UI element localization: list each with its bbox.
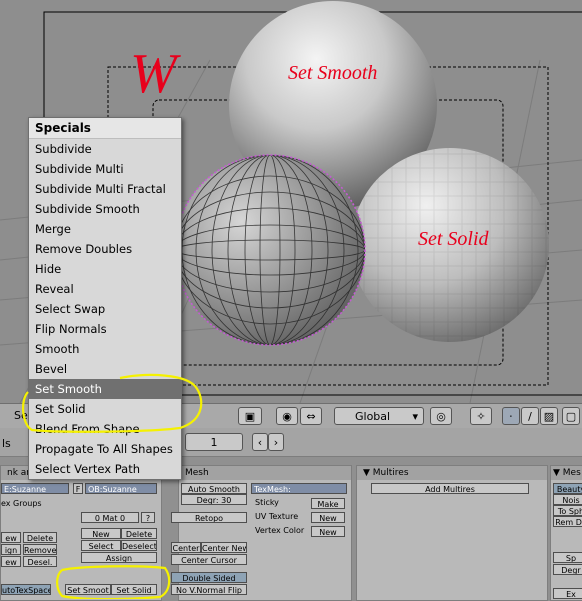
mesh-panel: Mesh Auto Smooth Degr: 30 Retopo Center … — [171, 465, 352, 601]
previous-frame-button[interactable]: ‹ — [252, 433, 268, 451]
vgroup-deselect-button[interactable]: Desel. — [23, 556, 57, 567]
orientation-select[interactable]: Global ▾ — [334, 407, 424, 425]
center-cursor-button[interactable]: Center Cursor — [171, 554, 247, 565]
pivot-button[interactable]: ◉ — [276, 407, 298, 425]
material-new-button[interactable]: New — [81, 528, 121, 539]
header-partial-text: Se — [14, 409, 28, 422]
menu-item-subdivide-multi[interactable]: Subdivide Multi — [29, 159, 181, 179]
degree-field[interactable]: Degr — [553, 564, 582, 575]
no-vnormal-flip-button[interactable]: No V.Normal Flip — [171, 584, 247, 595]
auto-smooth-button[interactable]: Auto Smooth — [181, 483, 247, 494]
set-smooth-button[interactable]: Set Smoot — [65, 584, 111, 595]
object-name-field[interactable]: OB:Suzanne — [85, 483, 157, 494]
material-assign-button[interactable]: Assign — [81, 552, 157, 563]
menu-item-hide[interactable]: Hide — [29, 259, 181, 279]
material-index-field[interactable]: 0 Mat 0 — [81, 512, 139, 523]
uv-texture-label: UV Texture — [255, 512, 299, 521]
multires-panel-title: ▼ Multires — [357, 466, 547, 480]
menu-item-blend-from-shape[interactable]: Blend From Shape — [29, 419, 181, 439]
menu-item-subdivide-multi-fractal[interactable]: Subdivide Multi Fractal — [29, 179, 181, 199]
set-solid-annotation: Set Solid — [418, 228, 490, 250]
noise-button[interactable]: Nois — [553, 494, 582, 505]
sticky-make-button[interactable]: Make — [311, 498, 345, 509]
frame-value: 1 — [210, 436, 218, 449]
mesh-panel-title: Mesh — [179, 466, 351, 480]
proportional-edit-button[interactable]: ◎ — [430, 407, 452, 425]
collapse-arrow-icon[interactable]: ▼ — [553, 468, 560, 478]
manipulator-toggle-button[interactable]: ⇔ — [300, 407, 322, 425]
menu-item-set-solid[interactable]: Set Solid — [29, 399, 181, 419]
vertex-color-label: Vertex Color — [255, 526, 305, 535]
menu-item-select-vertex-path[interactable]: Select Vertex Path — [29, 459, 181, 479]
chevron-down-icon: ▾ — [412, 410, 418, 423]
multires-panel: ▼ Multires Add Multires — [356, 465, 548, 601]
extrude-button[interactable]: Ex — [553, 588, 582, 599]
link-materials-panel: nk and E:Suzanne F OB:Suzanne ex Groups … — [0, 465, 162, 601]
retopo-button[interactable]: Retopo — [171, 512, 247, 523]
mesh-tools-panel: ▼ Mes Beauty Nois To Sph Rem Do Sp Degr … — [550, 465, 582, 601]
menu-item-propagate-to-all-shapes[interactable]: Propagate To All Shapes — [29, 439, 181, 459]
mesh-tools-title: ▼ Mes — [551, 466, 582, 480]
menu-item-select-swap[interactable]: Select Swap — [29, 299, 181, 319]
material-help-button[interactable]: ? — [141, 512, 155, 523]
menu-item-flip-normals[interactable]: Flip Normals — [29, 319, 181, 339]
menu-item-subdivide-smooth[interactable]: Subdivide Smooth — [29, 199, 181, 219]
set-solid-button[interactable]: Set Solid — [111, 584, 157, 595]
vgroup-new-button[interactable]: ew — [1, 532, 21, 543]
edge-select-mode-button[interactable]: / — [521, 407, 539, 425]
snap-button[interactable]: ✧ — [470, 407, 492, 425]
vertex-select-mode-button[interactable]: ⋅ — [502, 407, 520, 425]
specials-menu: Specials Subdivide Subdivide Multi Subdi… — [28, 117, 182, 480]
draw-type-button[interactable]: ▣ — [238, 407, 262, 425]
uv-texture-new-button[interactable]: New — [311, 512, 345, 523]
buttons-header-partial-text: ls — [2, 437, 11, 450]
menu-item-set-smooth[interactable]: Set Smooth — [29, 379, 181, 399]
spin-button[interactable]: Sp — [553, 552, 582, 563]
material-deselect-button[interactable]: Deselect — [121, 540, 157, 551]
menu-item-smooth[interactable]: Smooth — [29, 339, 181, 359]
vgroup-remove-button[interactable]: Remove — [23, 544, 57, 555]
center-new-button[interactable]: Center New — [201, 542, 247, 553]
center-button[interactable]: Center — [171, 542, 201, 553]
beauty-button[interactable]: Beauty — [553, 483, 582, 494]
mesh-name-field[interactable]: E:Suzanne — [1, 483, 69, 494]
frame-field[interactable]: 1 — [185, 433, 243, 451]
vertex-groups-label: ex Groups — [1, 499, 42, 508]
menu-item-remove-doubles[interactable]: Remove Doubles — [29, 239, 181, 259]
auto-smooth-degree-field[interactable]: Degr: 30 — [181, 494, 247, 505]
orientation-value: Global — [355, 410, 391, 423]
set-smooth-annotation: Set Smooth — [288, 62, 377, 84]
vgroup-delete-button[interactable]: Delete — [23, 532, 57, 543]
specials-menu-title: Specials — [29, 118, 181, 139]
menu-item-bevel[interactable]: Bevel — [29, 359, 181, 379]
add-multires-button[interactable]: Add Multires — [371, 483, 529, 494]
multires-title-label: Multires — [372, 468, 409, 478]
vgroup-select-button[interactable]: ew — [1, 556, 21, 567]
material-select-button[interactable]: Select — [81, 540, 121, 551]
double-sided-button[interactable]: Double Sided — [171, 572, 247, 583]
vertex-color-new-button[interactable]: New — [311, 526, 345, 537]
mesh-tools-title-label: Mes — [562, 468, 581, 478]
to-sphere-button[interactable]: To Sph — [553, 505, 582, 516]
menu-item-merge[interactable]: Merge — [29, 219, 181, 239]
collapse-arrow-icon[interactable]: ▼ — [363, 468, 370, 478]
next-frame-button[interactable]: › — [268, 433, 284, 451]
texmesh-field[interactable]: TexMesh: — [251, 483, 347, 494]
rem-doubles-button[interactable]: Rem Do — [553, 516, 582, 527]
menu-item-subdivide[interactable]: Subdivide — [29, 139, 181, 159]
material-delete-button[interactable]: Delete — [121, 528, 157, 539]
occlude-button[interactable]: ▢ — [562, 407, 580, 425]
menu-item-reveal[interactable]: Reveal — [29, 279, 181, 299]
fake-user-button[interactable]: F — [73, 483, 83, 494]
sticky-label: Sticky — [255, 498, 279, 507]
vgroup-assign-button[interactable]: ign — [1, 544, 21, 555]
w-annotation: W — [130, 43, 181, 105]
face-select-mode-button[interactable]: ▨ — [540, 407, 558, 425]
autotexspace-button[interactable]: utoTexSpace — [1, 584, 51, 595]
